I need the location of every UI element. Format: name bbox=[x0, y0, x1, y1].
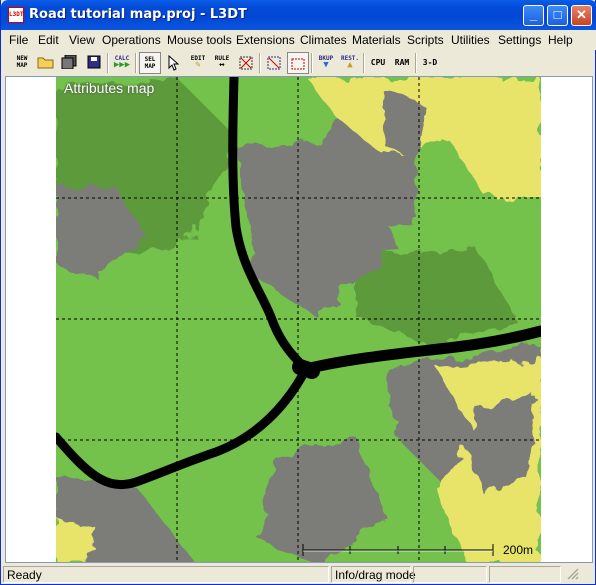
menu-view[interactable]: View bbox=[69, 33, 95, 47]
ruler-icon: ↔ bbox=[219, 60, 225, 70]
attributes-map[interactable] bbox=[56, 77, 541, 563]
minimize-button[interactable]: _ bbox=[523, 5, 544, 26]
edit-button[interactable]: EDIT ✎ bbox=[187, 52, 209, 74]
menu-extensions[interactable]: Extensions bbox=[236, 33, 295, 47]
toolbar: NEW MAP CALC ▶▶▶ SEL MAP EDIT ✎ RULE ↔ B… bbox=[5, 51, 593, 75]
calc-button[interactable]: CALC ▶▶▶ bbox=[111, 52, 133, 74]
grid-select-icon[interactable] bbox=[263, 52, 285, 74]
toolbar-separator bbox=[363, 53, 365, 73]
restore-button[interactable]: REST. ▲ bbox=[339, 52, 361, 74]
toolbar-separator bbox=[311, 53, 313, 73]
select-map-button[interactable]: SEL MAP bbox=[139, 52, 161, 74]
calc-arrows-icon: ▶▶▶ bbox=[113, 60, 131, 70]
new-map-button[interactable]: NEW MAP bbox=[11, 52, 33, 74]
menu-operations[interactable]: Operations bbox=[102, 33, 161, 47]
menu-help[interactable]: Help bbox=[548, 33, 573, 47]
menu-bar: File Edit View Operations Mouse tools Ex… bbox=[1, 30, 596, 50]
pointer-icon[interactable] bbox=[163, 52, 185, 74]
select-region-icon[interactable] bbox=[235, 52, 257, 74]
menu-materials[interactable]: Materials bbox=[352, 33, 401, 47]
status-bar: Ready Info/drag mode bbox=[1, 564, 595, 584]
resize-grip-icon[interactable] bbox=[563, 566, 593, 583]
toolbar-separator bbox=[259, 53, 261, 73]
menu-utilities[interactable]: Utilities bbox=[451, 33, 490, 47]
toolbar-separator bbox=[107, 53, 109, 73]
3d-view-button[interactable]: 3-D bbox=[419, 52, 441, 74]
region-icon[interactable] bbox=[287, 52, 309, 74]
restore-arrow-icon: ▲ bbox=[347, 60, 353, 70]
menu-edit[interactable]: Edit bbox=[38, 33, 59, 47]
toolbar-separator bbox=[415, 53, 417, 73]
toolbar-separator bbox=[135, 53, 137, 73]
status-text: Ready bbox=[3, 566, 329, 583]
status-mode: Info/drag mode bbox=[331, 566, 416, 583]
rule-button[interactable]: RULE ↔ bbox=[211, 52, 233, 74]
maximize-button[interactable]: □ bbox=[547, 5, 568, 26]
app-window: L3DT Road tutorial map.proj - L3DT _ □ ✕… bbox=[0, 0, 596, 585]
menu-scripts[interactable]: Scripts bbox=[407, 33, 444, 47]
scale-label: 200m bbox=[503, 543, 534, 557]
menu-climates[interactable]: Climates bbox=[300, 33, 347, 47]
status-pane-empty bbox=[489, 566, 561, 583]
backup-button[interactable]: BKUP ▼ bbox=[315, 52, 337, 74]
save-icon[interactable] bbox=[83, 52, 105, 74]
l3dt-app-icon[interactable]: L3DT bbox=[8, 7, 24, 23]
close-button[interactable]: ✕ bbox=[571, 5, 592, 26]
menu-settings[interactable]: Settings bbox=[498, 33, 541, 47]
save-all-icon[interactable] bbox=[59, 52, 81, 74]
backup-arrow-icon: ▼ bbox=[323, 60, 329, 70]
map-viewport[interactable]: Attributes map 200m bbox=[5, 76, 593, 563]
cpu-button[interactable]: CPU bbox=[367, 52, 389, 74]
status-pane-empty bbox=[413, 566, 487, 583]
map-mode-label: Attributes map bbox=[64, 80, 155, 96]
menu-file[interactable]: File bbox=[9, 33, 28, 47]
title-bar[interactable]: L3DT Road tutorial map.proj - L3DT _ □ ✕ bbox=[1, 0, 596, 30]
road-junction bbox=[292, 359, 320, 379]
open-folder-icon[interactable] bbox=[35, 52, 57, 74]
pencil-icon: ✎ bbox=[195, 60, 201, 70]
ram-button[interactable]: RAM bbox=[391, 52, 413, 74]
window-title: Road tutorial map.proj - L3DT bbox=[29, 7, 247, 22]
menu-mouse-tools[interactable]: Mouse tools bbox=[167, 33, 232, 47]
